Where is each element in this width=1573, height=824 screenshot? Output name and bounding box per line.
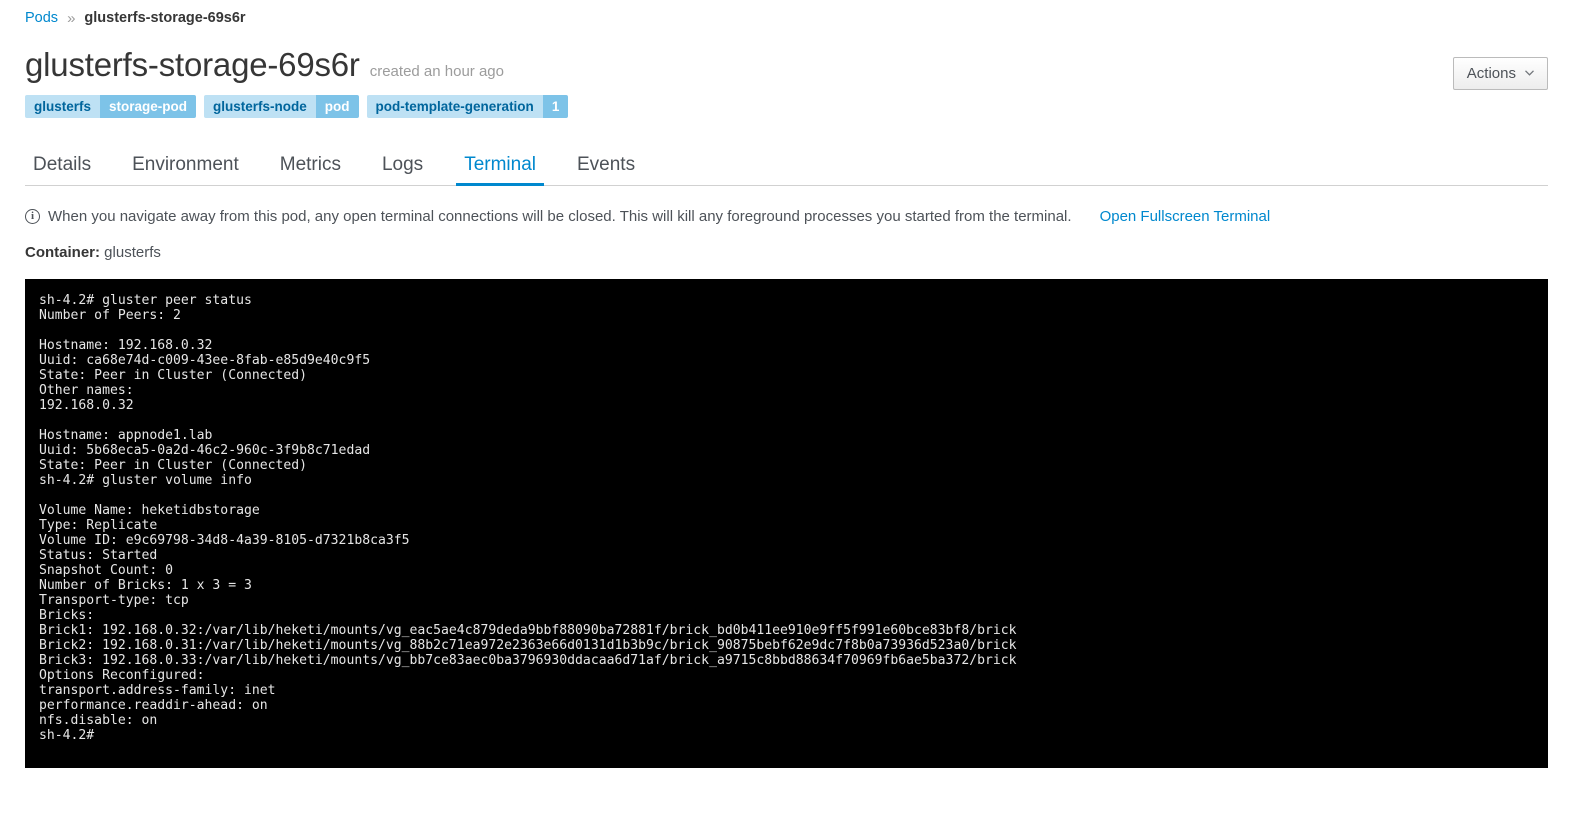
label-pill[interactable]: glusterfs-node pod	[204, 95, 359, 119]
label-pill[interactable]: glusterfs storage-pod	[25, 95, 197, 119]
terminal-notice-text: When you navigate away from this pod, an…	[48, 208, 1072, 226]
page-header: glusterfs-storage-69s6r created an hour …	[25, 46, 1548, 83]
page-title: glusterfs-storage-69s6r	[25, 46, 360, 83]
terminal-output[interactable]: sh-4.2# gluster peer status Number of Pe…	[39, 293, 1534, 743]
breadcrumb-current: glusterfs-storage-69s6r	[84, 10, 246, 26]
breadcrumb-link-pods[interactable]: Pods	[25, 10, 58, 26]
actions-button-label: Actions	[1466, 65, 1516, 82]
label-list: glusterfs storage-pod glusterfs-node pod…	[25, 95, 1548, 119]
breadcrumb-separator-icon: »	[67, 9, 76, 27]
container-name: glusterfs	[104, 244, 161, 262]
label-key: pod-template-generation	[366, 95, 543, 119]
info-circle-icon: i	[25, 209, 40, 225]
tab-terminal[interactable]: Terminal	[456, 155, 544, 187]
label-key: glusterfs	[25, 95, 101, 119]
chevron-down-icon	[1525, 68, 1534, 79]
container-info: Container: glusterfs	[25, 244, 1548, 261]
actions-button[interactable]: Actions	[1452, 57, 1548, 90]
tab-details[interactable]: Details	[25, 155, 99, 186]
created-timestamp: created an hour ago	[369, 63, 504, 80]
label-pill[interactable]: pod-template-generation 1	[366, 95, 569, 119]
label-value: 1	[542, 95, 569, 119]
tab-environment[interactable]: Environment	[124, 155, 247, 186]
tab-events[interactable]: Events	[569, 155, 643, 186]
tab-bar: Details Environment Metrics Logs Termina…	[25, 146, 1548, 187]
pod-detail-page: Pods » glusterfs-storage-69s6r glusterfs…	[0, 0, 1573, 824]
label-value: pod	[315, 95, 359, 119]
terminal-panel[interactable]: sh-4.2# gluster peer status Number of Pe…	[25, 279, 1548, 769]
label-value: storage-pod	[100, 95, 197, 119]
breadcrumb: Pods » glusterfs-storage-69s6r	[25, 0, 1548, 30]
container-label: Container:	[25, 244, 100, 262]
tab-logs[interactable]: Logs	[374, 155, 431, 186]
tab-metrics[interactable]: Metrics	[272, 155, 349, 186]
label-key: glusterfs-node	[204, 95, 316, 119]
terminal-notice: i When you navigate away from this pod, …	[25, 208, 1548, 225]
open-fullscreen-terminal-link[interactable]: Open Fullscreen Terminal	[1100, 208, 1271, 225]
